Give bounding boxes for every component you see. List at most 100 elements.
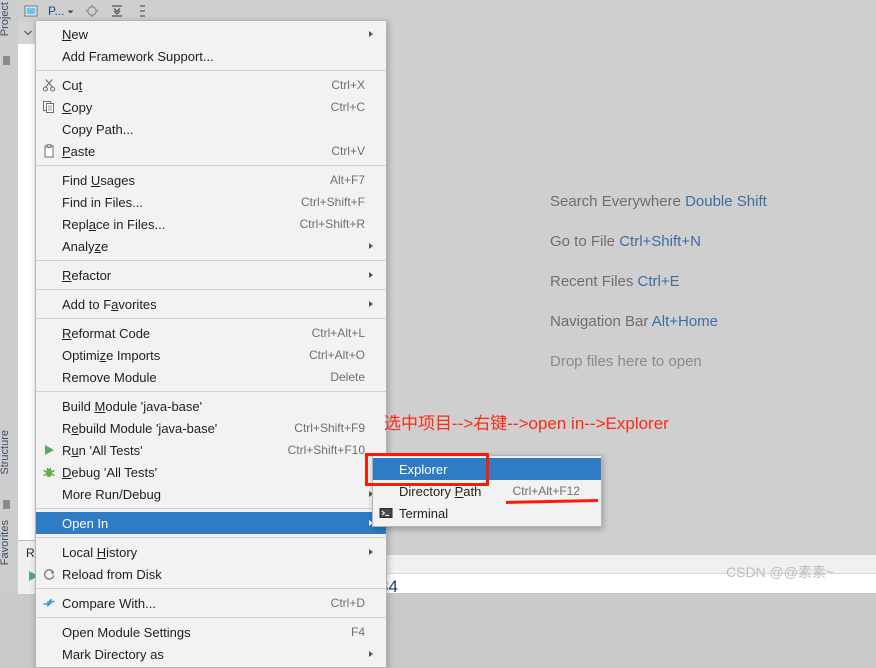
menu-item-label: New — [62, 26, 89, 42]
menu-item-icon-slot — [36, 191, 62, 213]
project-scope-combo[interactable]: P... — [48, 4, 75, 18]
menu-item-icon-slot — [36, 169, 62, 191]
menu-item-label: Rebuild Module 'java-base' — [62, 420, 218, 436]
menu-item-shortcut: Alt+F7 — [329, 173, 365, 187]
menu-item-run-all-tests[interactable]: Run 'All Tests' Ctrl+Shift+F10 — [36, 439, 386, 461]
open-in-submenu[interactable]: Explorer Directory Path Ctrl+Alt+F12 Termin… — [372, 455, 602, 527]
menu-item-find-usages[interactable]: Find Usages Alt+F7 — [36, 169, 386, 191]
menu-item-label: Find in Files... — [62, 194, 143, 210]
menu-item-find-in-files[interactable]: Find in Files... Ctrl+Shift+F — [36, 191, 386, 213]
settings-icon[interactable] — [134, 3, 150, 19]
menu-item-shortcut: Ctrl+D — [330, 596, 365, 610]
menu-item-label: Debug 'All Tests' — [62, 464, 158, 480]
menu-item-label: Copy — [62, 99, 93, 115]
menu-item-new[interactable]: New — [36, 23, 386, 45]
menu-item-paste[interactable]: Paste Ctrl+V — [36, 140, 386, 162]
menu-item-mark-directory-as[interactable]: Mark Directory as — [36, 643, 386, 665]
welcome-row: Recent Files Ctrl+E — [550, 273, 876, 313]
menu-item-shortcut: Delete — [330, 370, 365, 384]
menu-item-label: Replace in Files... — [62, 216, 166, 232]
menu-item-remove-module[interactable]: Remove Module Delete — [36, 366, 386, 388]
menu-separator — [36, 289, 386, 290]
annotation-instruction-text: 选中项目-->右键-->open in-->Explorer — [384, 414, 669, 433]
menu-item-shortcut: Ctrl+V — [331, 144, 365, 158]
menu-item-local-history[interactable]: Local History — [36, 541, 386, 563]
menu-item-label: Add to Favorites — [62, 296, 157, 312]
menu-item-label: Explorer — [399, 461, 448, 477]
menu-item-icon-slot — [36, 643, 62, 665]
menu-item-analyze[interactable]: Analyze — [36, 235, 386, 257]
menu-item-reload-from-disk[interactable]: Reload from Disk — [36, 563, 386, 585]
sidebar-tab-project[interactable]: Project — [0, 2, 15, 36]
welcome-row: Search Everywhere Double Shift — [550, 193, 876, 233]
menu-item-compare-with[interactable]: Compare With... Ctrl+D — [36, 592, 386, 614]
terminal-icon — [373, 502, 399, 524]
menu-item-more-run-debug[interactable]: More Run/Debug — [36, 483, 386, 505]
project-view-icon[interactable] — [23, 3, 39, 19]
menu-separator — [36, 508, 386, 509]
menu-item-shortcut: Ctrl+Alt+F12 — [512, 484, 580, 498]
menu-item-icon-slot — [36, 512, 62, 534]
sidebar-tab-structure[interactable]: Structure — [0, 430, 15, 475]
menu-item-label: Paste — [62, 143, 96, 159]
submenu-arrow-icon — [365, 651, 377, 657]
welcome-shortcut: Alt+Home — [651, 313, 719, 330]
menu-item-icon-slot — [36, 621, 62, 643]
menu-item-label: Terminal — [399, 505, 449, 521]
menu-item-label: Remove Module — [62, 369, 157, 385]
welcome-shortcut: Double Shift — [685, 193, 767, 210]
submenu-arrow-icon — [365, 301, 377, 307]
menu-item-label: Copy Path... — [62, 121, 134, 137]
menu-item-optimize-imports[interactable]: Optimize Imports Ctrl+Alt+O — [36, 344, 386, 366]
menu-item-icon-slot — [36, 322, 62, 344]
welcome-label: Recent Files — [550, 273, 638, 290]
submenu-arrow-icon — [365, 31, 377, 37]
menu-item-open-module-settings[interactable]: Open Module Settings F4 — [36, 621, 386, 643]
menu-item-copy-path[interactable]: Copy Path... — [36, 118, 386, 140]
menu-item-icon-slot — [373, 458, 399, 480]
locate-icon[interactable] — [84, 3, 100, 19]
menu-item-explorer[interactable]: Explorer — [373, 458, 601, 480]
menu-item-shortcut: Ctrl+Shift+F — [300, 195, 365, 209]
menu-item-build-module-java-base[interactable]: Build Module 'java-base' — [36, 395, 386, 417]
menu-item-label: Optimize Imports — [62, 347, 161, 363]
menu-separator — [36, 318, 386, 319]
menu-item-icon-slot — [36, 213, 62, 235]
context-menu[interactable]: New Add Framework Support... Cut Ctrl+X Copy… — [35, 20, 387, 668]
menu-item-replace-in-files[interactable]: Replace in Files... Ctrl+Shift+R — [36, 213, 386, 235]
menu-item-terminal[interactable]: Terminal — [373, 502, 601, 524]
menu-item-open-in[interactable]: Open In — [36, 512, 386, 534]
menu-item-copy[interactable]: Copy Ctrl+C — [36, 96, 386, 118]
menu-item-refactor[interactable]: Refactor — [36, 264, 386, 286]
menu-item-shortcut: Ctrl+Shift+F9 — [294, 421, 365, 435]
run-icon — [36, 439, 62, 461]
menu-separator — [36, 588, 386, 589]
submenu-arrow-icon — [365, 549, 377, 555]
menu-item-rebuild-module-java-base[interactable]: Rebuild Module 'java-base' Ctrl+Shift+F9 — [36, 417, 386, 439]
menu-item-label: Reload from Disk — [62, 566, 162, 582]
menu-item-icon-slot — [36, 417, 62, 439]
menu-item-shortcut: Ctrl+X — [331, 78, 365, 92]
menu-item-icon-slot — [36, 264, 62, 286]
menu-item-label: Find Usages — [62, 172, 135, 188]
menu-item-label: Reformat Code — [62, 325, 151, 341]
menu-item-label: Local History — [62, 544, 138, 560]
welcome-row: Navigation Bar Alt+Home — [550, 313, 876, 353]
ide-window: Project Structure Favorites P... Search … — [0, 0, 876, 668]
menu-item-add-framework-support[interactable]: Add Framework Support... — [36, 45, 386, 67]
menu-item-icon-slot — [36, 45, 62, 67]
menu-item-add-to-favorites[interactable]: Add to Favorites — [36, 293, 386, 315]
menu-item-cut[interactable]: Cut Ctrl+X — [36, 74, 386, 96]
collapse-all-icon[interactable] — [109, 3, 125, 19]
console-header — [383, 537, 876, 555]
menu-item-label: Build Module 'java-base' — [62, 398, 203, 414]
menu-item-shortcut: Ctrl+Alt+O — [308, 348, 365, 362]
sidebar-tab-favorites[interactable]: Favorites — [0, 520, 15, 565]
menu-separator — [36, 165, 386, 166]
menu-item-reformat-code[interactable]: Reformat Code Ctrl+Alt+L — [36, 322, 386, 344]
chevron-down-icon — [67, 10, 74, 13]
paste-icon — [36, 140, 62, 162]
menu-item-label: Directory Path — [399, 483, 482, 499]
menu-item-debug-all-tests[interactable]: Debug 'All Tests' — [36, 461, 386, 483]
welcome-shortcut: Ctrl+Shift+N — [619, 233, 701, 250]
